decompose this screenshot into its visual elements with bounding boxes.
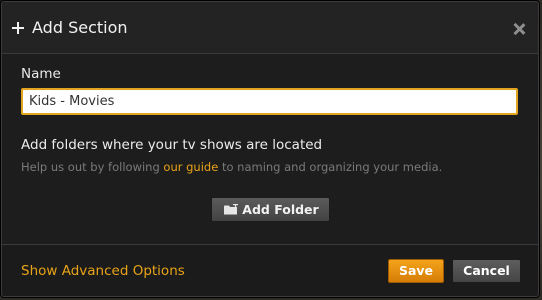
show-advanced-options-link[interactable]: Show Advanced Options xyxy=(21,263,388,279)
add-folder-label: Add Folder xyxy=(242,202,319,217)
cancel-button[interactable]: Cancel xyxy=(452,258,521,283)
folders-heading: Add folders where your tv shows are loca… xyxy=(21,137,323,153)
folders-help-text: Help us out by following our guide to na… xyxy=(21,160,520,174)
help-text-suffix: to naming and organizing your media. xyxy=(218,160,443,174)
help-text-prefix: Help us out by following xyxy=(21,160,164,174)
add-folder-button[interactable]: Add Folder xyxy=(211,197,330,222)
folder-icon xyxy=(224,204,239,215)
dialog-header: Add Section xyxy=(2,2,538,54)
dialog-title: Add Section xyxy=(32,18,128,37)
dialog-body: Name Add folders where your tv shows are… xyxy=(2,54,538,222)
plus-icon xyxy=(12,22,24,34)
add-section-dialog: Add Section Name Add folders where your … xyxy=(1,1,539,297)
name-input[interactable] xyxy=(21,88,518,115)
add-folder-row: Add Folder xyxy=(21,197,520,222)
name-label: Name xyxy=(21,66,61,82)
guide-link[interactable]: our guide xyxy=(163,160,218,174)
close-icon[interactable] xyxy=(512,22,526,36)
dialog-footer: Show Advanced Options Save Cancel xyxy=(2,244,538,296)
save-button[interactable]: Save xyxy=(388,258,444,283)
